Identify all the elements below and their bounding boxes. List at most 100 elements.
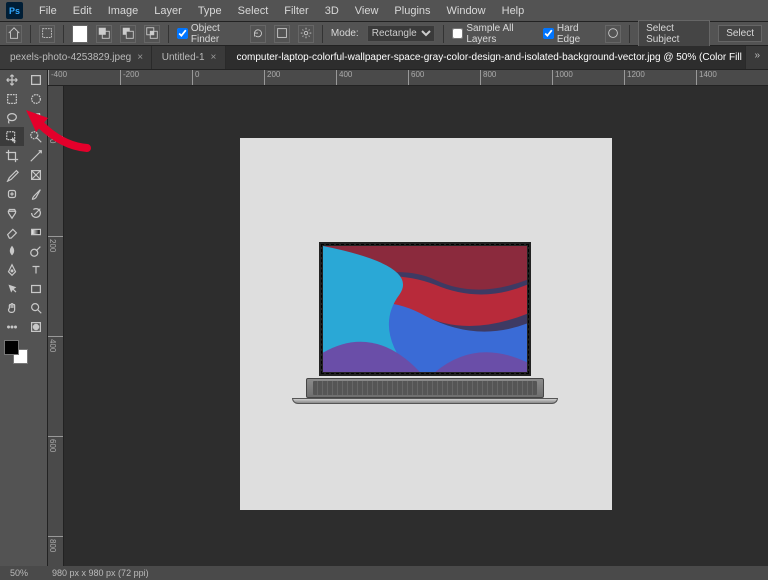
lasso-tool-icon[interactable] (0, 108, 24, 127)
toggle-mask-icon[interactable] (24, 317, 48, 336)
ruler-tick: 1200 (624, 70, 645, 85)
document-tabs: pexels-photo-4253829.jpeg× Untitled-1× c… (0, 46, 768, 70)
eraser-tool-icon[interactable] (0, 222, 24, 241)
hand-tool-icon[interactable] (0, 298, 24, 317)
toolbox (0, 70, 48, 566)
horizontal-ruler: -400 -200 0 200 400 600 800 1000 1200 1400 (48, 70, 768, 86)
ruler-tick: 800 (48, 536, 63, 552)
tab-doc-1[interactable]: Untitled-1× (152, 46, 227, 69)
eyedropper-tool-icon[interactable] (0, 165, 24, 184)
hard-edge-toggle[interactable]: Hard Edge (543, 23, 597, 45)
move-tool-icon[interactable] (0, 70, 24, 89)
laptop-graphic (292, 242, 558, 404)
foreground-color[interactable] (4, 340, 19, 355)
laptop-screen (319, 242, 531, 376)
ruler-tick: 1400 (696, 70, 717, 85)
menu-3d[interactable]: 3D (317, 3, 347, 19)
divider (443, 25, 444, 43)
color-swatches[interactable] (4, 340, 28, 364)
healing-brush-icon[interactable] (0, 184, 24, 203)
brush-tool-icon[interactable] (24, 184, 48, 203)
canvas-area[interactable] (64, 86, 768, 566)
menu-file[interactable]: File (31, 3, 65, 19)
doc-dimensions: 980 px x 980 px (72 ppi) (52, 568, 149, 578)
ruler-tick: 600 (408, 70, 424, 85)
poly-lasso-icon[interactable] (24, 108, 48, 127)
ruler-tick: 600 (48, 436, 63, 452)
menu-plugins[interactable]: Plugins (386, 3, 438, 19)
select-mask-button[interactable]: Select (718, 25, 762, 42)
divider (63, 25, 64, 43)
rectangle-tool-icon[interactable] (24, 279, 48, 298)
object-select-tool-icon[interactable] (0, 127, 24, 146)
type-tool-icon[interactable] (24, 260, 48, 279)
tabs-overflow-icon[interactable]: » (746, 46, 768, 69)
ruler-tick: -400 (48, 70, 67, 85)
document-canvas[interactable] (240, 138, 612, 510)
ruler-tick: 200 (264, 70, 280, 85)
ruler-tick: 0 (192, 70, 199, 85)
blur-tool-icon[interactable] (0, 241, 24, 260)
dodge-tool-icon[interactable] (24, 241, 48, 260)
frame-tool-icon[interactable] (24, 165, 48, 184)
wallpaper (323, 246, 527, 372)
laptop-base (292, 398, 558, 404)
pen-tool-icon[interactable] (0, 260, 24, 279)
zoom-tool-icon[interactable] (24, 298, 48, 317)
slice-tool-icon[interactable] (24, 146, 48, 165)
gradient-tool-icon[interactable] (24, 222, 48, 241)
sub-sel-icon[interactable] (120, 25, 136, 43)
overlay-icon[interactable] (274, 25, 290, 43)
mode-select[interactable]: Rectangle (367, 25, 436, 42)
select-subject-button[interactable]: Select Subject (638, 20, 710, 48)
path-select-icon[interactable] (0, 279, 24, 298)
workspace: -400 -200 0 200 400 600 800 1000 1200 1400 0 200 40… (0, 70, 768, 566)
close-icon[interactable]: × (211, 52, 217, 63)
tool-preset-icon[interactable] (39, 25, 55, 43)
ruler-tick: 200 (48, 236, 63, 252)
vertical-ruler: 0 200 400 600 800 (48, 86, 64, 566)
settings-icon[interactable] (298, 25, 314, 43)
add-sel-icon[interactable] (96, 25, 112, 43)
menu-select[interactable]: Select (230, 3, 277, 19)
refresh-icon[interactable] (250, 25, 266, 43)
ruler-tick: 400 (336, 70, 352, 85)
menu-view[interactable]: View (347, 3, 387, 19)
marquee-tool-icon[interactable] (0, 89, 24, 108)
menu-help[interactable]: Help (494, 3, 533, 19)
history-brush-icon[interactable] (24, 203, 48, 222)
ruler-tick: 0 (48, 136, 63, 143)
ellipse-marquee-icon[interactable] (24, 89, 48, 108)
tab-doc-0[interactable]: pexels-photo-4253829.jpeg× (0, 46, 152, 69)
int-sel-icon[interactable] (144, 25, 160, 43)
tab-doc-2[interactable]: computer-laptop-colorful-wallpaper-space… (226, 46, 746, 69)
options-bar: Object Finder Mode: Rectangle Sample All… (0, 22, 768, 46)
edit-toolbar-icon[interactable] (0, 317, 24, 336)
sample-all-layers-toggle[interactable]: Sample All Layers (452, 23, 535, 45)
app-logo: Ps (6, 2, 23, 19)
ruler-tick: 400 (48, 336, 63, 352)
quick-select-icon[interactable] (24, 127, 48, 146)
ruler-tick: 1000 (552, 70, 573, 85)
laptop-keyboard (306, 378, 544, 398)
menu-window[interactable]: Window (439, 3, 494, 19)
object-finder-toggle[interactable]: Object Finder (177, 23, 242, 45)
brush-icon[interactable] (605, 25, 621, 43)
menu-image[interactable]: Image (100, 3, 147, 19)
zoom-level[interactable]: 50% (10, 568, 28, 578)
menu-filter[interactable]: Filter (276, 3, 316, 19)
ruler-tick: -200 (120, 70, 139, 85)
ruler-tick: 800 (480, 70, 496, 85)
clone-stamp-icon[interactable] (0, 203, 24, 222)
new-sel-icon[interactable] (72, 25, 88, 43)
close-icon[interactable]: × (137, 52, 143, 63)
status-bar: 50% 980 px x 980 px (72 ppi) (0, 566, 768, 580)
crop-tool-icon[interactable] (0, 146, 24, 165)
menu-type[interactable]: Type (190, 3, 230, 19)
home-icon[interactable] (6, 25, 22, 43)
menu-edit[interactable]: Edit (65, 3, 100, 19)
divider (30, 25, 31, 43)
divider (168, 25, 169, 43)
menu-layer[interactable]: Layer (146, 3, 190, 19)
artboard-tool-icon[interactable] (24, 70, 48, 89)
